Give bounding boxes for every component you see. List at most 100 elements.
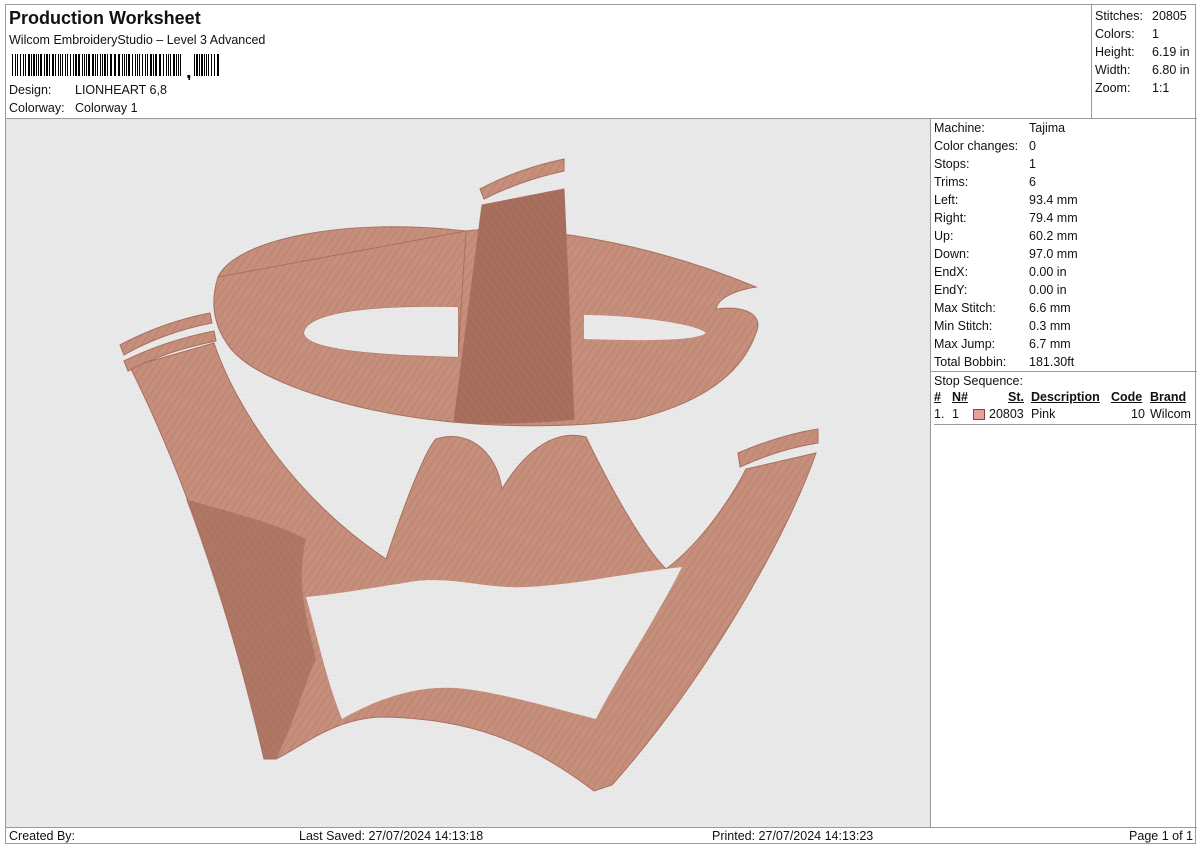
barcode-bar <box>139 54 140 76</box>
color-swatch <box>973 409 985 420</box>
barcode-bar <box>135 54 136 76</box>
barcode-bar <box>128 54 130 76</box>
machine-info-list: Machine: Tajima Color changes: 0 Stops: 1 T… <box>931 119 1197 371</box>
col-st: St. <box>1008 390 1024 404</box>
barcode-bar <box>166 54 167 76</box>
up-label: Up: <box>934 229 954 243</box>
barcode-bar <box>55 54 56 76</box>
barcode-bar <box>36 54 37 76</box>
barcode-bar <box>180 54 181 76</box>
row-n: 1 <box>952 407 959 421</box>
width-value: 6.80 in <box>1152 63 1190 77</box>
barcode-bar <box>155 54 157 76</box>
barcode-bar <box>196 54 198 76</box>
barcode-bar <box>199 54 200 76</box>
barcode-bar <box>110 54 112 76</box>
barcode-bar <box>142 54 143 76</box>
barcode-bar <box>49 54 50 76</box>
machine-label: Machine: <box>934 121 985 135</box>
trims-value: 6 <box>1029 175 1036 189</box>
barcode-bar <box>159 54 161 76</box>
barcode-bar <box>20 54 21 76</box>
created-by: Created By: <box>9 829 76 843</box>
min-stitch-row: Min Stitch: 0.3 mm <box>931 317 1197 335</box>
down-label: Down: <box>934 247 970 261</box>
endx-label: EndX: <box>934 265 969 279</box>
row-num: 1. <box>934 407 945 421</box>
colors-value: 1 <box>1152 27 1159 41</box>
barcode-bar <box>44 54 45 76</box>
summary-panel: Stitches: 20805 Colors: 1 Height: 6.19 in W… <box>1091 5 1197 119</box>
endx-value: 0.00 in <box>1029 265 1067 279</box>
col-code: Code <box>1111 390 1143 404</box>
stops-label: Stops: <box>934 157 970 171</box>
barcode-bar <box>176 54 177 76</box>
design-preview <box>6 119 931 827</box>
barcode-bar <box>194 54 195 76</box>
color-changes-value: 0 <box>1029 139 1036 153</box>
left-value: 93.4 mm <box>1029 193 1078 207</box>
barcode-bar <box>107 54 108 76</box>
table-row: 1. 1 20803 Pink 10 Wilcom <box>934 406 1197 425</box>
barcode-bar <box>92 54 94 76</box>
design-row: Design: LIONHEART 6,8 <box>9 83 167 97</box>
col-n: N# <box>952 390 968 404</box>
barcode-bar <box>33 54 35 76</box>
row-description: Pink <box>1031 407 1056 421</box>
barcode-bar <box>204 54 205 76</box>
production-worksheet: Production Worksheet Wilcom EmbroiderySt… <box>5 4 1197 844</box>
barcode-bar <box>23 54 24 76</box>
max-jump-label: Max Jump: <box>934 337 996 351</box>
trims-label: Trims: <box>934 175 969 189</box>
endy-row: EndY: 0.00 in <box>931 281 1197 299</box>
max-stitch-value: 6.6 mm <box>1029 301 1071 315</box>
barcode-bar <box>206 54 207 76</box>
barcode-bar <box>65 54 66 76</box>
barcode-bar <box>114 54 116 76</box>
max-jump-value: 6.7 mm <box>1029 337 1071 351</box>
barcode-bar <box>58 54 59 76</box>
trims-row: Trims: 6 <box>931 173 1197 191</box>
max-jump-row: Max Jump: 6.7 mm <box>931 335 1197 353</box>
page-number: Page 1 of 1 <box>1129 829 1193 843</box>
worksheet-title: Production Worksheet <box>9 8 201 28</box>
down-row: Down: 97.0 mm <box>931 245 1197 263</box>
row-code: 10 <box>1131 407 1145 421</box>
barcode-bar <box>62 54 63 76</box>
width-row: Width: 6.80 in <box>1095 61 1197 79</box>
colorway-label: Colorway: <box>9 101 65 115</box>
col-num: # <box>934 390 941 404</box>
barcode-bar <box>168 54 169 76</box>
barcode-bar <box>15 54 16 76</box>
barcode-bar <box>211 54 212 76</box>
up-value: 60.2 mm <box>1029 229 1078 243</box>
barcode-bar <box>147 54 148 76</box>
barcode-bar <box>122 54 123 76</box>
barcode-bar <box>25 54 26 76</box>
stitches-value: 20805 <box>1152 9 1187 23</box>
barcode-graphic: , <box>12 54 219 80</box>
barcode-bar <box>173 54 175 76</box>
barcode-bar <box>46 54 48 76</box>
design-value: LIONHEART 6,8 <box>75 83 167 97</box>
barcode-bar <box>82 54 83 76</box>
embroidery-design <box>6 119 930 827</box>
barcode-bar <box>118 54 120 76</box>
barcode-bar <box>163 54 164 76</box>
zoom-value: 1:1 <box>1152 81 1170 95</box>
barcode-bar <box>217 54 219 76</box>
stops-row: Stops: 1 <box>931 155 1197 173</box>
stops-value: 1 <box>1029 157 1036 171</box>
design-barcode: , <box>10 52 220 80</box>
barcode-bar <box>170 54 171 76</box>
height-value: 6.19 in <box>1152 45 1190 59</box>
barcode-bar <box>31 54 32 76</box>
colors-label: Colors: <box>1095 27 1135 41</box>
width-label: Width: <box>1095 63 1131 77</box>
color-changes-row: Color changes: 0 <box>931 137 1197 155</box>
colorway-value: Colorway 1 <box>75 101 138 115</box>
barcode-bar <box>100 54 101 76</box>
barcode-bar <box>12 54 13 76</box>
barcode-bar <box>137 54 138 76</box>
min-stitch-label: Min Stitch: <box>934 319 993 333</box>
